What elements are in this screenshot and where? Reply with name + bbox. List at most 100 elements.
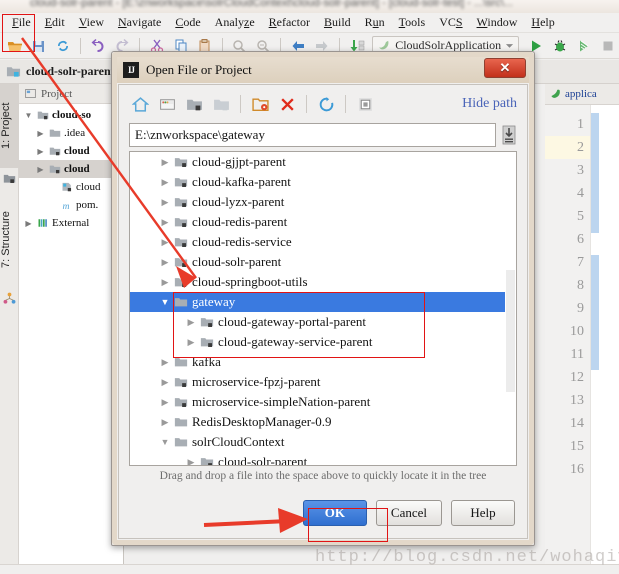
file-tree-row[interactable]: ▼ solrCloudContext	[130, 432, 516, 452]
menu-item-vcs[interactable]: VCS	[432, 14, 469, 31]
menu-item-analyze[interactable]: Analyze	[208, 14, 262, 31]
file-tree-scroll-thumb[interactable]	[506, 270, 515, 392]
chevron-right-icon[interactable]: ▶	[156, 157, 174, 168]
file-tree-row[interactable]: ▶ cloud-lyzx-parent	[130, 192, 516, 212]
gutter-line-number[interactable]: 5	[545, 205, 590, 228]
help-button[interactable]: Help	[451, 500, 515, 526]
drop-history-icon[interactable]	[501, 125, 517, 145]
file-tree-row[interactable]: ▼ gateway	[130, 292, 516, 312]
gutter-line-number[interactable]: 9	[545, 297, 590, 320]
new-folder-icon[interactable]	[249, 93, 271, 115]
chevron-right-icon[interactable]: ▶	[35, 165, 46, 174]
menu-item-navigate[interactable]: Navigate	[111, 14, 168, 31]
chevron-right-icon[interactable]: ▶	[156, 217, 174, 228]
gutter-line-number[interactable]: 14	[545, 412, 590, 435]
gutter-line-number[interactable]: 13	[545, 389, 590, 412]
refresh-icon[interactable]	[315, 93, 337, 115]
file-tree-row[interactable]: ▶ microservice-simpleNation-parent	[130, 392, 516, 412]
project-tree-row[interactable]: m pom.	[19, 196, 123, 214]
chevron-right-icon[interactable]: ▶	[156, 197, 174, 208]
project-tree-row[interactable]: ▶ External	[19, 214, 123, 232]
chevron-right-icon[interactable]: ▶	[156, 237, 174, 248]
chevron-right-icon[interactable]: ▶	[156, 377, 174, 388]
file-tree-row[interactable]: ▶ cloud-solr-parent	[130, 252, 516, 272]
chevron-right-icon[interactable]: ▶	[156, 357, 174, 368]
file-tree-row[interactable]: ▶ cloud-gjjpt-parent	[130, 152, 516, 172]
gutter-line-number[interactable]: 1	[545, 113, 590, 136]
file-tree-row[interactable]: ▶ cloud-redis-service	[130, 232, 516, 252]
gutter-line-number[interactable]: 16	[545, 458, 590, 481]
chevron-right-icon[interactable]: ▶	[156, 397, 174, 408]
ok-button[interactable]: OK	[302, 500, 367, 526]
sidebar-item-project[interactable]: 1: Project	[0, 84, 19, 168]
project-tree-row[interactable]: ▼ cloud-so	[19, 106, 123, 124]
gutter-line-number[interactable]: 3	[545, 159, 590, 182]
chevron-down-icon[interactable]: ▼	[156, 297, 174, 307]
gutter-line-number[interactable]: 8	[545, 274, 590, 297]
file-tree-row[interactable]: ▶ cloud-gateway-portal-parent	[130, 312, 516, 332]
hide-path-link[interactable]: Hide path	[462, 96, 517, 112]
menu-item-window[interactable]: Window	[470, 14, 525, 31]
file-tree-row[interactable]: ▶ cloud-gateway-service-parent	[130, 332, 516, 352]
chevron-right-icon[interactable]: ▶	[35, 147, 46, 156]
open-folder-icon[interactable]	[4, 35, 26, 57]
close-icon[interactable]: ✕	[484, 58, 526, 78]
project-tab-bar[interactable]: Project	[19, 84, 123, 104]
project-tree-row[interactable]: ▶ cloud	[19, 142, 123, 160]
chevron-right-icon[interactable]: ▶	[182, 337, 200, 348]
sidebar-item-structure[interactable]: 7: Structure	[0, 192, 19, 288]
undo-icon[interactable]	[87, 35, 109, 57]
file-tree-scrollbar[interactable]	[505, 152, 516, 465]
menu-item-edit[interactable]: Edit	[38, 14, 72, 31]
menu-item-refactor[interactable]: Refactor	[262, 14, 317, 31]
file-tree-row[interactable]: ▶ cloud-redis-parent	[130, 212, 516, 232]
menu-item-help[interactable]: Help	[524, 14, 561, 31]
gutter-line-number[interactable]: 2	[545, 136, 590, 159]
sync-icon[interactable]	[52, 35, 74, 57]
file-tree-row[interactable]: ▶ cloud-solr-parent	[130, 452, 516, 466]
chevron-right-icon[interactable]: ▶	[156, 277, 174, 288]
chevron-right-icon[interactable]: ▶	[182, 317, 200, 328]
menu-item-run[interactable]: Run	[358, 14, 392, 31]
menu-item-build[interactable]: Build	[317, 14, 358, 31]
project-tree-row[interactable]: ▶ .idea	[19, 124, 123, 142]
file-tree-row[interactable]: ▶ kafka	[130, 352, 516, 372]
chevron-down-icon[interactable]: ▼	[156, 437, 174, 447]
file-tree-row[interactable]: ▶ cloud-kafka-parent	[130, 172, 516, 192]
gutter-line-number[interactable]: 15	[545, 435, 590, 458]
cancel-button[interactable]: Cancel	[375, 500, 442, 526]
file-tree-row[interactable]: ▶ cloud-springboot-utils	[130, 272, 516, 292]
run-with-coverage-icon[interactable]	[573, 35, 595, 57]
chevron-right-icon[interactable]: ▶	[156, 257, 174, 268]
chevron-down-icon[interactable]: ▼	[23, 111, 34, 120]
menu-item-file[interactable]: File	[5, 14, 38, 31]
file-tree-rows[interactable]: ▶ cloud-gjjpt-parent ▶ cloud-kafka-parent ▶ c…	[130, 152, 516, 466]
project-dir-icon[interactable]	[183, 93, 205, 115]
file-tree-row[interactable]: ▶ RedisDesktopManager-0.9	[130, 412, 516, 432]
delete-icon[interactable]	[276, 93, 298, 115]
gutter-line-number[interactable]: 11	[545, 343, 590, 366]
project-tree[interactable]: ▼ cloud-so ▶ .idea ▶ cloud ▶ cloud cloud m pom. ▶ Ex…	[19, 104, 123, 232]
menu-item-view[interactable]: View	[72, 14, 111, 31]
chevron-right-icon[interactable]: ▶	[23, 219, 34, 228]
editor-tab-label[interactable]: applica	[565, 88, 597, 100]
debug-icon[interactable]	[549, 35, 571, 57]
project-tree-row[interactable]: cloud	[19, 178, 123, 196]
project-tree-row[interactable]: ▶ cloud	[19, 160, 123, 178]
file-tree-row[interactable]: ▶ microservice-fpzj-parent	[130, 372, 516, 392]
chevron-right-icon[interactable]: ▶	[156, 417, 174, 428]
chevron-right-icon[interactable]: ▶	[182, 457, 200, 466]
chevron-right-icon[interactable]: ▶	[156, 177, 174, 188]
desktop-icon[interactable]	[156, 93, 178, 115]
gutter-line-number[interactable]: 4	[545, 182, 590, 205]
save-all-icon[interactable]	[28, 35, 50, 57]
gutter-line-number[interactable]: 7	[545, 251, 590, 274]
file-tree[interactable]: ▶ cloud-gjjpt-parent ▶ cloud-kafka-parent ▶ c…	[129, 151, 517, 466]
path-input[interactable]: E:\znworkspace\gateway	[129, 123, 496, 147]
show-hidden-icon[interactable]	[354, 93, 376, 115]
menu-item-code[interactable]: Code	[168, 14, 207, 31]
menu-item-tools[interactable]: Tools	[392, 14, 433, 31]
gutter-line-number[interactable]: 12	[545, 366, 590, 389]
home-icon[interactable]	[129, 93, 151, 115]
gutter-line-number[interactable]: 6	[545, 228, 590, 251]
